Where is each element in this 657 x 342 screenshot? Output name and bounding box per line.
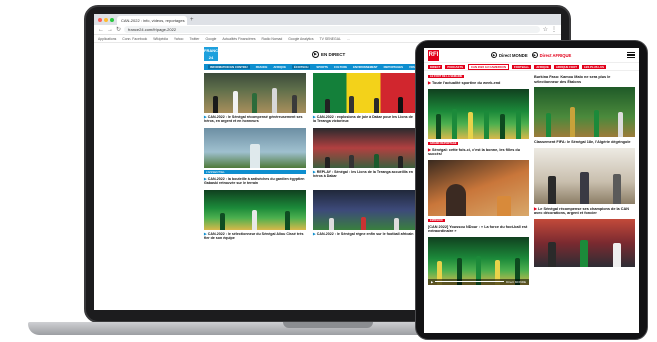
article-image[interactable] xyxy=(534,87,635,138)
play-icon: ▶ xyxy=(531,52,538,58)
article-image[interactable] xyxy=(534,147,635,204)
bookmark[interactable]: Actualités Financières xyxy=(222,37,255,41)
bookmark[interactable]: Radio Nomad xyxy=(262,37,283,41)
article-title[interactable]: ▶ Toute l'actualité sportive du week-end xyxy=(428,81,529,86)
marketing-device-mockup: CAN-2022 : info, videos, reportages ✕ + … xyxy=(0,0,657,342)
reload-icon[interactable]: ↻ xyxy=(116,25,121,35)
star-icon[interactable]: ☆ xyxy=(543,25,548,35)
rfi-content: LE FOOT DE LA SEMAINE ▶ Toute l'actualit… xyxy=(424,71,639,285)
bookmark[interactable]: Twitter xyxy=(189,37,199,41)
nav-item[interactable]: CAN 2022 AU CAMEROUN xyxy=(467,63,509,70)
player-progress[interactable] xyxy=(435,281,505,283)
article-thumbnail[interactable] xyxy=(313,73,415,113)
play-icon[interactable]: ▶ xyxy=(431,280,433,284)
laptop-notch xyxy=(283,322,373,328)
article-badge: ÉMISSION xyxy=(428,218,445,222)
article-badge: L'ESSENTIEL xyxy=(204,169,306,174)
article-card[interactable]: ▶ CAN-2022 : le Sénégal récompensé génér… xyxy=(204,73,306,124)
forward-icon[interactable]: → xyxy=(107,25,113,35)
article-badge: LE FOOT DE LA SEMAINE xyxy=(428,75,465,78)
nav-item[interactable]: CULTURE xyxy=(334,65,347,69)
article-caption[interactable]: ▶ CAN-2022 : le Sénégal récompensé génér… xyxy=(204,115,306,124)
article-title[interactable]: Classement FIFA: le Sénégal 18e, l'Algér… xyxy=(534,140,635,145)
bookmark[interactable]: Applications xyxy=(98,37,116,41)
tablet-screen: RFI ▶ Direct MONDE ▶ Direct AFRIQUE DIRE… xyxy=(424,48,639,333)
browser-tab[interactable]: CAN-2022 : info, videos, reportages ✕ xyxy=(117,16,187,25)
article-card[interactable]: ▶ CAN-2022 : explosions de joie à Dakar … xyxy=(313,73,415,124)
article-thumbnail[interactable] xyxy=(204,127,306,168)
nav-item[interactable]: AFRIQUE FOOT xyxy=(553,64,579,69)
article-card[interactable]: ▶ CAN-2022 : le Sénégal règne enfin sur … xyxy=(313,189,415,241)
article-thumbnail[interactable] xyxy=(204,189,306,230)
nav-item[interactable]: LES PLUS LUS xyxy=(581,64,607,69)
article-badge: GRAND REPORTAGE xyxy=(428,141,459,145)
play-icon: ▶ xyxy=(312,50,319,58)
minimize-window-icon[interactable] xyxy=(104,17,108,22)
article-image[interactable] xyxy=(428,88,529,139)
bookmark[interactable]: Conn. Facebook xyxy=(122,37,147,41)
live-player[interactable]: ▶ Direct MONDE xyxy=(428,278,529,285)
nav-item[interactable]: SPORTS xyxy=(316,65,328,69)
nav-item[interactable]: INFORMATION EN CONTINU xyxy=(208,65,250,69)
article-title[interactable]: ▶ Sénégal: cette fois-ci, c'est la bonne… xyxy=(428,148,529,157)
tab-title: CAN-2022 : info, videos, reportages xyxy=(121,18,185,23)
article-title[interactable]: ▶ Le Sénégal récompense ses champions de… xyxy=(534,207,635,216)
article-card[interactable]: ▶ CAN-2022 : le sélectionneur du Sénégal… xyxy=(204,189,306,241)
nav-item[interactable]: REPORTAGES xyxy=(384,65,403,69)
close-window-icon[interactable] xyxy=(98,17,102,22)
address-bar[interactable]: france24.com/fr/page-2022 xyxy=(124,26,540,33)
live-button[interactable]: ▶ EN DIRECT xyxy=(312,50,346,58)
maximize-window-icon[interactable] xyxy=(110,17,114,22)
article-image[interactable] xyxy=(428,159,529,216)
france24-logo[interactable]: FRANCE 24 xyxy=(204,47,221,61)
bookmark[interactable]: TV SENEGAL xyxy=(320,37,341,41)
article-caption[interactable]: ▶ CAN-2022 : explosions de joie à Dakar … xyxy=(313,115,415,124)
bookmark[interactable]: Wikipédia xyxy=(153,37,168,41)
live-label: EN DIRECT xyxy=(321,51,346,57)
back-icon[interactable]: ← xyxy=(98,25,104,35)
article-title[interactable]: [CAN 2022] Youssou NDour : « La force du… xyxy=(428,225,529,234)
new-tab-icon[interactable]: + xyxy=(190,17,194,23)
nav-item[interactable]: FOOTBALL xyxy=(512,64,532,69)
bookmark[interactable]: … xyxy=(347,37,350,41)
article-image[interactable] xyxy=(534,218,635,267)
browser-tab-bar: CAN-2022 : info, videos, reportages ✕ + xyxy=(94,14,561,25)
play-icon: ▶ xyxy=(491,52,497,58)
direct-monde-button[interactable]: ▶ Direct MONDE xyxy=(491,52,528,58)
right-column: Burkina Faso: Kamou Malo ne sera plus le… xyxy=(534,75,635,285)
nav-item[interactable]: AFRIQUE xyxy=(534,64,551,69)
rfi-header: RFI ▶ Direct MONDE ▶ Direct AFRIQUE xyxy=(424,48,639,63)
page-gutter xyxy=(94,43,204,301)
article-thumbnail[interactable] xyxy=(204,73,306,113)
article-card[interactable]: L'ESSENTIEL ▶ CAN-2022 : la bouteille à … xyxy=(204,127,306,186)
article-thumbnail[interactable] xyxy=(313,189,415,230)
nav-item[interactable]: DIRECT xyxy=(428,64,443,69)
address-row: ← → ↻ france24.com/fr/page-2022 ☆ ⋮ xyxy=(94,25,561,35)
rfi-nav: DIRECT PODCASTS CAN 2022 AU CAMEROUN FOO… xyxy=(424,63,639,71)
article-thumbnail[interactable] xyxy=(313,127,415,168)
nav-item[interactable]: FRANCE xyxy=(256,65,268,69)
bookmark[interactable]: Google xyxy=(205,37,216,41)
hamburger-menu-icon[interactable] xyxy=(627,52,635,58)
rfi-logo[interactable]: RFI xyxy=(428,49,439,61)
article-caption[interactable]: ▶ REPLAY : Sénégal : les Lions de la Ter… xyxy=(313,170,415,179)
nav-item[interactable]: ÉCO/TECH xyxy=(291,65,311,69)
article-caption[interactable]: ▶ CAN-2022 : le Sénégal règne enfin sur … xyxy=(313,232,415,236)
nav-item[interactable]: ENVIRONNEMENT xyxy=(353,65,378,69)
direct-afrique-button[interactable]: ▶ Direct AFRIQUE xyxy=(531,52,571,58)
article-caption[interactable]: ▶ CAN-2022 : le sélectionneur du Sénégal… xyxy=(204,232,306,241)
article-card[interactable]: ▶ REPLAY : Sénégal : les Lions de la Ter… xyxy=(313,127,415,186)
nav-item[interactable]: AFRIQUE xyxy=(273,65,286,69)
article-caption[interactable]: ▶ CAN-2022 : la bouteille à antisèches d… xyxy=(204,177,306,186)
bookmark[interactable]: Yahoo xyxy=(174,37,184,41)
player-label: Direct MONDE xyxy=(506,279,526,284)
bookmark[interactable]: Google Analytics xyxy=(288,37,313,41)
article-title[interactable]: Burkina Faso: Kamou Malo ne sera plus le… xyxy=(534,75,635,84)
menu-icon[interactable]: ⋮ xyxy=(551,25,557,35)
left-column: LE FOOT DE LA SEMAINE ▶ Toute l'actualit… xyxy=(428,75,529,285)
article-image[interactable]: ▶ Direct MONDE xyxy=(428,236,529,285)
window-controls[interactable] xyxy=(98,17,114,22)
nav-item[interactable]: PODCASTS xyxy=(445,64,465,69)
